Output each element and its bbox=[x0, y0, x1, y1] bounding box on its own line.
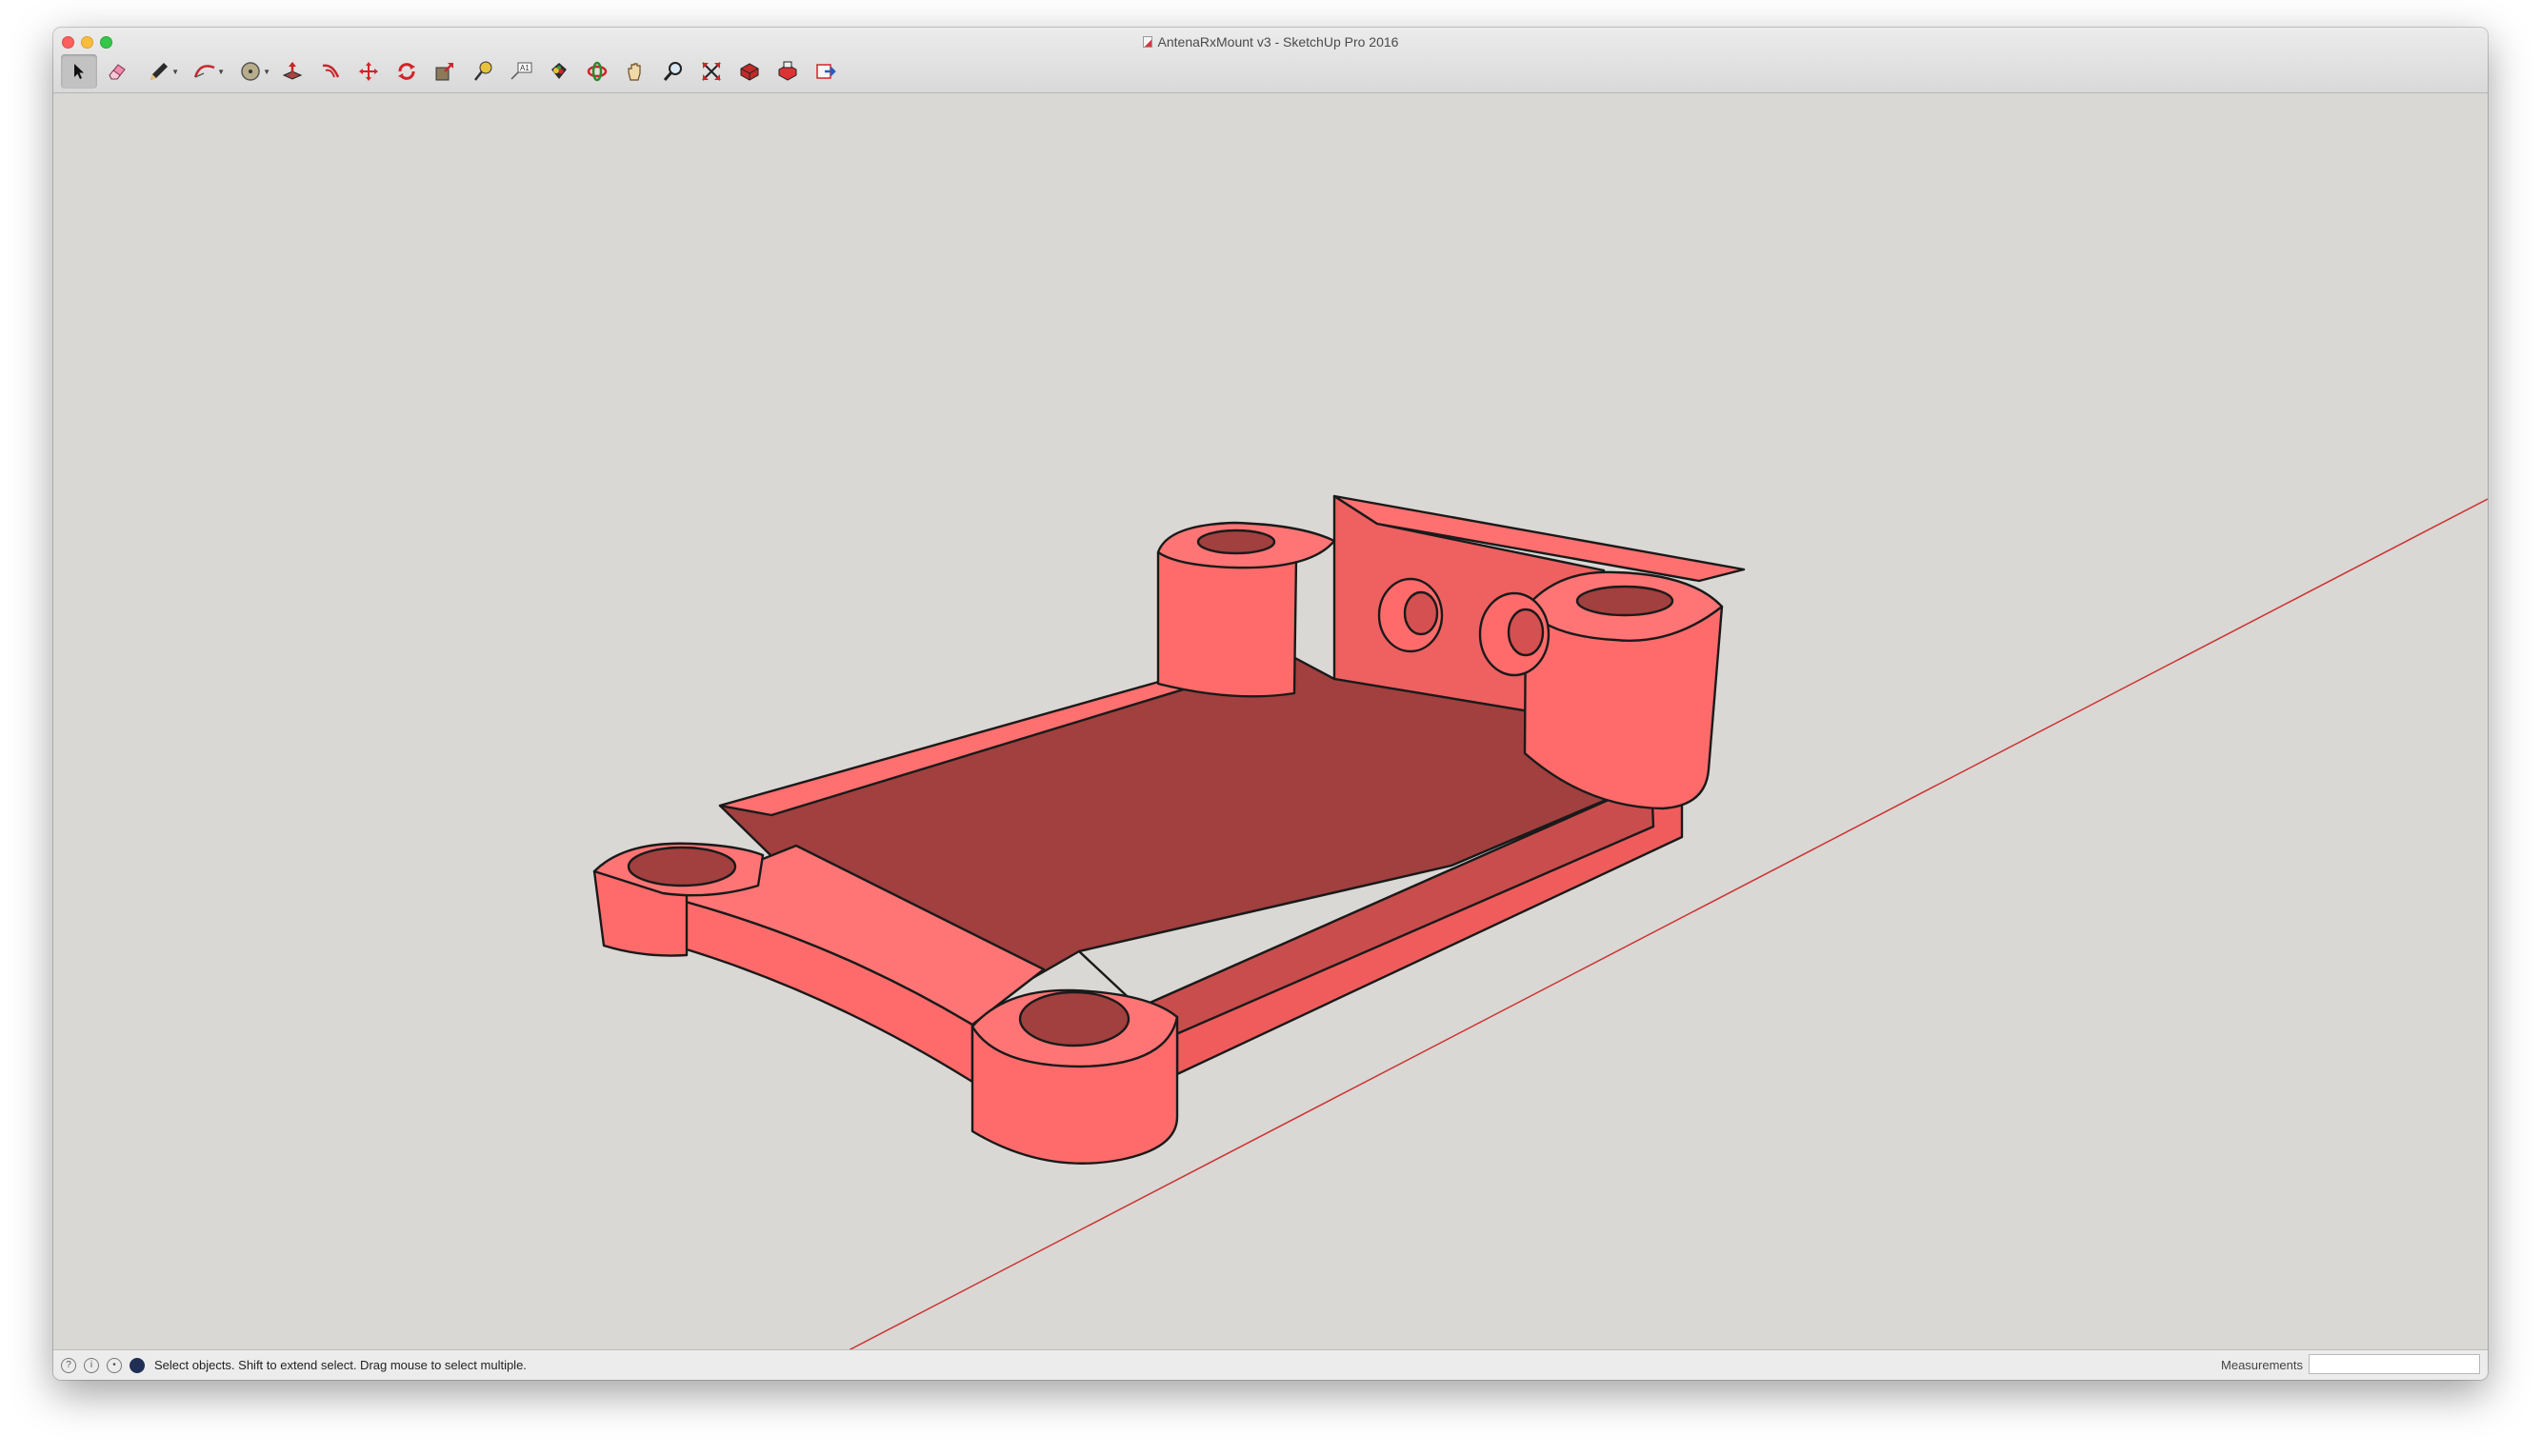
chevron-down-icon: ▼ bbox=[263, 68, 270, 76]
zoom-tool-button[interactable] bbox=[655, 54, 691, 89]
move-arrows-icon bbox=[359, 62, 378, 81]
back-left-boss-wall bbox=[1156, 550, 1298, 698]
antenna-rx-mount-model[interactable] bbox=[592, 494, 1746, 1165]
info-icon[interactable]: ? bbox=[61, 1357, 76, 1373]
rotate-icon bbox=[398, 63, 415, 80]
window-title: AntenaRxMount v3 - SketchUp Pro 2016 bbox=[53, 32, 2488, 51]
wall-hole-2-inner bbox=[1507, 608, 1545, 657]
zoom-extents-tool-button[interactable] bbox=[693, 54, 730, 89]
circle-shape-icon bbox=[241, 62, 260, 81]
scale-tool-button[interactable] bbox=[427, 54, 463, 89]
pan-tool-button[interactable] bbox=[617, 54, 653, 89]
geo-location-icon[interactable] bbox=[130, 1357, 145, 1373]
arrow-cursor-icon bbox=[74, 64, 84, 79]
text-tool-button[interactable]: A1 bbox=[503, 54, 539, 89]
credits-icon[interactable]: i bbox=[84, 1357, 99, 1373]
orbit-icon bbox=[587, 61, 608, 82]
model-canvas[interactable] bbox=[53, 93, 2488, 1351]
back-left-boss-hole bbox=[1196, 529, 1276, 555]
main-toolbar: ▼ ▼ ▼ A1 bbox=[61, 53, 2480, 90]
offset-tool-button[interactable] bbox=[312, 54, 349, 89]
pencil-icon bbox=[150, 63, 168, 80]
eraser-tool-button[interactable] bbox=[99, 54, 135, 89]
front-boss-hole bbox=[1018, 990, 1130, 1047]
user-icon[interactable]: • bbox=[107, 1357, 122, 1373]
wall-hole-1-inner bbox=[1403, 590, 1439, 636]
text-tool-glyph: A1 bbox=[520, 64, 530, 72]
3d-warehouse-icon bbox=[740, 63, 759, 81]
eraser-icon bbox=[109, 64, 126, 80]
modeling-viewport[interactable] bbox=[53, 93, 2488, 1351]
line-tool-button[interactable]: ▼ bbox=[137, 54, 181, 89]
select-tool-button[interactable] bbox=[61, 54, 97, 89]
measurements-field[interactable] bbox=[2309, 1354, 2480, 1374]
status-bar: ? i • Select objects. Shift to extend se… bbox=[53, 1349, 2488, 1380]
document-icon bbox=[1142, 36, 1152, 48]
text-label-icon: A1 bbox=[510, 62, 532, 80]
chevron-down-icon: ▼ bbox=[217, 68, 225, 76]
title-bar: AntenaRxMount v3 - SketchUp Pro 2016 ▼ ▼… bbox=[53, 28, 2488, 93]
status-message: Select objects. Shift to extend select. … bbox=[154, 1358, 527, 1372]
measurements-label: Measurements bbox=[2221, 1358, 2303, 1372]
extension-warehouse-icon bbox=[778, 61, 797, 81]
back-right-boss-hole bbox=[1575, 585, 1674, 617]
sketchup-window: AntenaRxMount v3 - SketchUp Pro 2016 ▼ ▼… bbox=[53, 28, 2488, 1380]
tape-measure-icon bbox=[474, 61, 492, 81]
push-pull-icon bbox=[282, 62, 303, 80]
warehouse-tool-button[interactable] bbox=[731, 54, 768, 89]
extension-warehouse-tool-button[interactable] bbox=[770, 54, 806, 89]
magnifier-icon bbox=[663, 62, 682, 81]
chevron-down-icon: ▼ bbox=[171, 68, 179, 76]
arc-icon bbox=[193, 65, 215, 78]
send-to-layout-tool-button[interactable] bbox=[808, 54, 844, 89]
shape-tool-button[interactable]: ▼ bbox=[229, 54, 272, 89]
tape-measure-tool-button[interactable] bbox=[465, 54, 501, 89]
zoom-extents-icon bbox=[702, 62, 721, 81]
push-pull-tool-button[interactable] bbox=[274, 54, 310, 89]
paint-bucket-tool-button[interactable] bbox=[541, 54, 577, 89]
send-to-layout-icon bbox=[816, 64, 836, 79]
rotate-tool-button[interactable] bbox=[389, 54, 425, 89]
move-tool-button[interactable] bbox=[350, 54, 387, 89]
scale-icon bbox=[435, 63, 453, 81]
arc-tool-button[interactable]: ▼ bbox=[183, 54, 227, 89]
left-boss-hole bbox=[627, 846, 737, 888]
orbit-tool-button[interactable] bbox=[579, 54, 615, 89]
hand-icon bbox=[628, 63, 641, 81]
window-title-text: AntenaRxMount v3 - SketchUp Pro 2016 bbox=[1157, 34, 1399, 50]
offset-icon bbox=[322, 64, 340, 78]
paint-bucket-icon bbox=[551, 63, 567, 79]
